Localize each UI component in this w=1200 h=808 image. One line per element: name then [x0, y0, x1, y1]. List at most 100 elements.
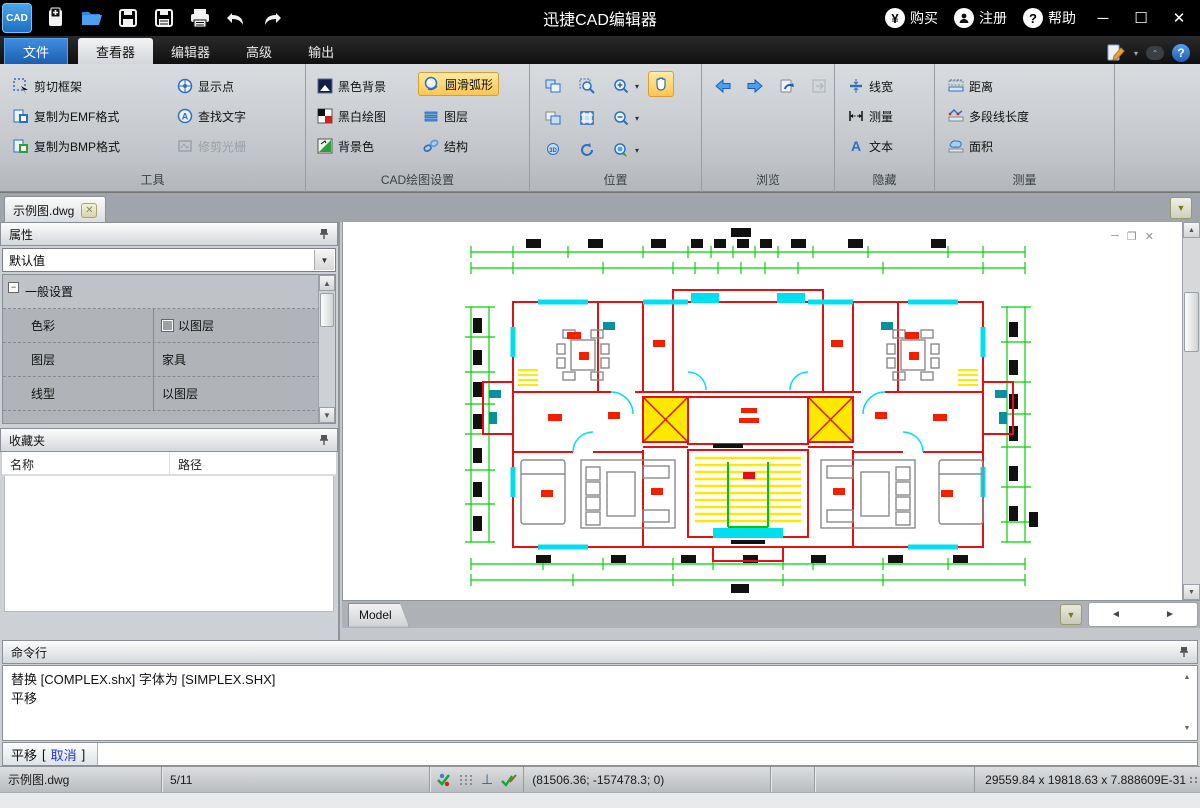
minimize-button[interactable]: ─ — [1086, 6, 1120, 30]
back-icon[interactable] — [710, 73, 736, 99]
collapse-icon[interactable]: − — [8, 282, 19, 293]
favorites-col-name[interactable]: 名称 — [2, 452, 170, 474]
property-row-color[interactable]: 色彩 以图层 — [3, 309, 335, 343]
command-history[interactable]: 替换 [COMPLEX.shx] 字体为 [SIMPLEX.SHX] 平移 ▲▼ — [2, 665, 1198, 741]
pin-icon[interactable] — [1179, 646, 1189, 658]
pin-icon[interactable] — [319, 434, 329, 446]
print-icon[interactable] — [185, 3, 215, 33]
line-width-button[interactable]: 线宽 — [843, 74, 898, 98]
help-button[interactable]: ? 帮助 — [1017, 8, 1082, 28]
pin-icon[interactable] — [319, 228, 329, 240]
show-points-button[interactable]: 显示点 — [172, 74, 239, 98]
model-tab[interactable]: Model — [348, 603, 409, 627]
property-category-row[interactable]: − 一般设置 — [3, 275, 335, 309]
model-prev-icon[interactable]: ◄ — [1111, 609, 1121, 620]
zoom-out-dropdown-icon[interactable]: ▾ — [635, 114, 639, 123]
app-logo-icon[interactable]: CAD — [2, 3, 32, 33]
zoom-in-icon[interactable] — [608, 73, 634, 99]
distance-button[interactable]: 距离 — [943, 74, 998, 98]
grid-snap-icon[interactable] — [459, 773, 473, 787]
undo-icon[interactable] — [221, 3, 251, 33]
favorites-list[interactable] — [4, 476, 334, 612]
bg-color-button[interactable]: 背景色 — [312, 134, 379, 158]
property-row-layer[interactable]: 图层 家具 — [3, 343, 335, 377]
text-toggle-button[interactable]: A 文本 — [843, 134, 898, 158]
buy-button[interactable]: ¥ 购买 — [879, 8, 944, 28]
svg-text:A: A — [851, 138, 861, 154]
zoom-extents-icon[interactable] — [574, 105, 600, 131]
page-jump-icon[interactable] — [774, 73, 800, 99]
polyline-length-button[interactable]: 多段线长度 — [943, 104, 1034, 128]
window-copy-icon[interactable] — [540, 105, 566, 131]
tab-list-dropdown-icon[interactable]: ▼ — [1170, 197, 1192, 219]
scroll-up-icon[interactable]: ▲ — [319, 275, 335, 291]
view-3d-icon[interactable]: 3D — [540, 137, 566, 163]
edit-note-dropdown-icon[interactable]: ▾ — [1134, 49, 1138, 58]
copy-emf-button[interactable]: 复制为EMF格式 — [8, 104, 124, 128]
rotate-view-icon[interactable] — [574, 137, 600, 163]
scroll-down-icon[interactable]: ▼ — [1183, 584, 1200, 600]
property-grid-scrollbar[interactable]: ▲ ▼ — [318, 275, 335, 423]
model-next-icon[interactable]: ► — [1165, 609, 1175, 620]
ortho-icon[interactable]: ⊥ — [481, 771, 493, 788]
snap-marker-icon[interactable] — [436, 772, 451, 787]
maximize-button[interactable]: ☐ — [1124, 6, 1158, 30]
register-button[interactable]: 注册 — [948, 8, 1013, 28]
canvas-minimize-icon[interactable]: ─ — [1111, 230, 1119, 243]
osnap-check-icon[interactable] — [501, 773, 517, 787]
edit-note-icon[interactable] — [1106, 44, 1126, 62]
redo-icon[interactable] — [257, 3, 287, 33]
command-input-field[interactable] — [98, 743, 1197, 765]
crop-frame-button[interactable]: 剪切框架 — [8, 74, 87, 98]
forward-icon[interactable] — [742, 73, 768, 99]
collapse-ribbon-icon[interactable]: ⌃ — [1146, 46, 1164, 60]
properties-header: 属性 — [0, 222, 338, 246]
zoom-window-icon[interactable] — [574, 73, 600, 99]
ribbon-help-icon[interactable]: ? — [1172, 44, 1190, 62]
zoom-all-dropdown-icon[interactable]: ▾ — [635, 146, 639, 155]
close-button[interactable]: ✕ — [1162, 6, 1196, 30]
save-icon[interactable] — [113, 3, 143, 33]
tab-output[interactable]: 输出 — [290, 38, 352, 64]
save-as-icon[interactable] — [149, 3, 179, 33]
canvas-close-icon[interactable]: ✕ — [1145, 230, 1154, 243]
command-scrollbar[interactable]: ▲▼ — [1180, 668, 1194, 738]
open-file-icon[interactable] — [77, 3, 107, 33]
document-tab-close-icon[interactable]: ✕ — [81, 203, 97, 218]
scroll-down-icon[interactable]: ▼ — [319, 407, 335, 423]
pan-hand-icon[interactable] — [648, 71, 674, 97]
preset-dropdown-arrow-icon[interactable]: ▼ — [314, 250, 334, 270]
property-row-linetype[interactable]: 线型 以图层 — [3, 377, 335, 411]
bw-drawing-button[interactable]: 黑白绘图 — [312, 104, 391, 128]
smooth-arc-button[interactable]: 圆滑弧形 — [418, 72, 499, 96]
tab-file[interactable]: 文件 — [4, 38, 68, 64]
measure-toggle-button[interactable]: 测量 — [843, 104, 898, 128]
favorites-col-path[interactable]: 路径 — [170, 452, 210, 474]
tab-viewer[interactable]: 查看器 — [78, 38, 153, 64]
zoom-out-icon[interactable] — [608, 105, 634, 131]
find-text-button[interactable]: A 查找文字 — [172, 104, 251, 128]
window-previous-icon[interactable] — [540, 73, 566, 99]
cancel-link[interactable]: 取消 — [51, 745, 77, 764]
canvas-restore-icon[interactable]: ❐ — [1127, 230, 1137, 243]
area-button[interactable]: 面积 — [943, 134, 998, 158]
copy-bmp-button[interactable]: 复制为BMP格式 — [8, 134, 125, 158]
zoom-all-icon[interactable] — [608, 137, 634, 163]
preset-dropdown[interactable]: 默认值 ▼ — [2, 248, 336, 272]
tab-advanced[interactable]: 高级 — [228, 38, 290, 64]
document-tab[interactable]: 示例图.dwg ✕ — [4, 196, 106, 223]
model-list-dropdown-icon[interactable]: ▼ — [1060, 604, 1082, 625]
zoom-in-dropdown-icon[interactable]: ▾ — [635, 82, 639, 91]
layers-button[interactable]: 图层 — [418, 104, 473, 128]
drawing-canvas[interactable]: ─ ❐ ✕ — [342, 222, 1182, 600]
structure-button[interactable]: 结构 — [418, 134, 473, 158]
scroll-up-icon[interactable]: ▲ — [1183, 222, 1200, 238]
tab-editor[interactable]: 编辑器 — [153, 38, 228, 64]
black-bg-button[interactable]: 黑色背景 — [312, 74, 391, 98]
model-tab-bar: Model ▼ ◄ ► — [342, 600, 1200, 628]
canvas-scroll-thumb[interactable] — [1184, 292, 1199, 352]
canvas-scrollbar[interactable]: ▲ ▼ — [1182, 222, 1200, 600]
resize-grip[interactable] — [1190, 777, 1198, 783]
command-input-row[interactable]: 平移 [ 取消 ] — [2, 742, 1198, 766]
new-file-icon[interactable] — [41, 3, 71, 33]
